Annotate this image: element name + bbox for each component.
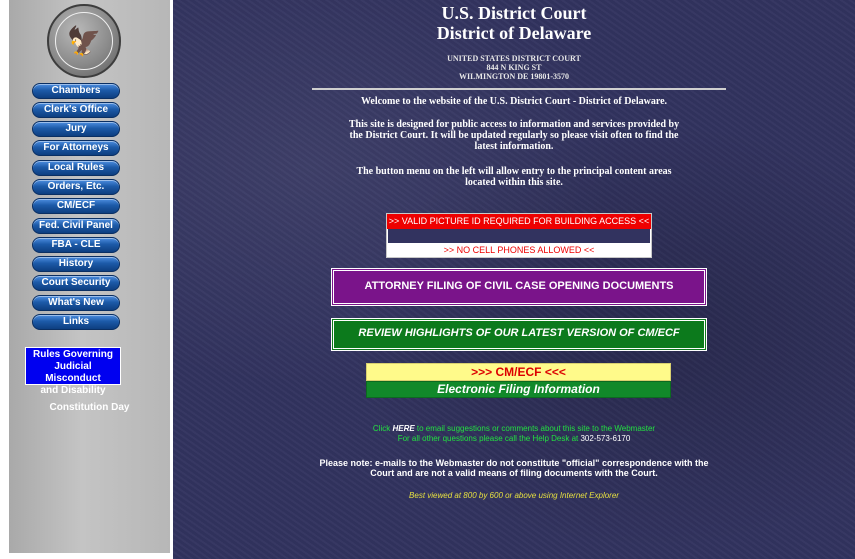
review-cmecf-highlights-button[interactable]: REVIEW HIGHLIGHTS OF OUR LATEST VERSION …	[331, 318, 707, 351]
nav-fed-civil-panel-button[interactable]: Fed. Civil Panel	[32, 218, 120, 234]
help-desk-text: For all other questions please call the …	[397, 434, 581, 443]
picture-id-notice[interactable]: >> VALID PICTURE ID REQUIRED FOR BUILDIN…	[387, 214, 651, 229]
nav-jury-button[interactable]: Jury	[32, 121, 120, 137]
nav-local-rules-button[interactable]: Local Rules	[32, 160, 120, 176]
cmecf-title-button[interactable]: >>> CM/ECF <<<	[366, 363, 671, 381]
rules-box-line-1: Rules Governing	[32, 349, 113, 360]
nav-clerks-office-button[interactable]: Clerk's Office	[32, 102, 120, 118]
nav-history-button[interactable]: History	[32, 256, 120, 272]
help-desk-phone: 302-573-6170	[580, 434, 631, 443]
address-line-2: 844 N KING ST	[486, 63, 542, 72]
nav-court-security-button[interactable]: Court Security	[32, 275, 120, 291]
nav-links-button[interactable]: Links	[32, 314, 120, 330]
nav-for-attorneys-button[interactable]: For Attorneys	[32, 140, 120, 156]
no-cell-phones-notice: >> NO CELL PHONES ALLOWED <<	[387, 243, 651, 257]
intro-line-2: the District Court. It will be updated r…	[349, 130, 679, 141]
menu-info-line-1: The button menu on the left will allow e…	[356, 166, 672, 177]
rules-box-line-3: and Disability	[40, 385, 106, 396]
nav-orders-button[interactable]: Orders, Etc.	[32, 179, 120, 195]
webmaster-email-link[interactable]: HERE	[392, 424, 414, 433]
nav-cmecf-button[interactable]: CM/ECF	[32, 198, 120, 214]
click-prefix: Click	[372, 424, 393, 433]
nav-whats-new-button[interactable]: What's New	[32, 295, 120, 311]
disclaimer-line-2: Court and are not a valid means of filin…	[370, 468, 658, 478]
address-line-1: UNITED STATES DISTRICT COURT	[447, 54, 581, 63]
attorney-filing-button[interactable]: ATTORNEY FILING OF CIVIL CASE OPENING DO…	[331, 268, 707, 306]
rules-box-line-2: Judicial Misconduct	[45, 361, 101, 384]
eagle-icon: 🦅	[66, 24, 102, 58]
intro-line-1: This site is designed for public access …	[348, 119, 680, 130]
nav-fba-cle-button[interactable]: FBA - CLE	[32, 237, 120, 253]
nav-chambers-button[interactable]: Chambers	[32, 83, 120, 99]
intro-line-3: latest information.	[474, 141, 554, 152]
menu-info-line-2: located within this site.	[465, 177, 563, 188]
click-suffix: to email suggestions or comments about t…	[414, 424, 656, 433]
help-desk-line: For all other questions please call the …	[173, 434, 855, 444]
page: 🦅 Chambers Clerk's Office Jury For Attor…	[0, 0, 855, 559]
disclaimer-line-1: Please note: e-mails to the Webmaster do…	[319, 458, 709, 468]
welcome-text: Welcome to the website of the U.S. Distr…	[360, 96, 668, 107]
electronic-filing-info-button[interactable]: Electronic Filing Information	[366, 381, 671, 398]
page-subtitle: District of Delaware	[436, 23, 592, 43]
court-seal-icon[interactable]: 🦅	[47, 4, 121, 78]
building-notice-box: >> VALID PICTURE ID REQUIRED FOR BUILDIN…	[386, 213, 652, 258]
webmaster-email-line: Click HERE to email suggestions or comme…	[173, 424, 855, 434]
header-divider	[312, 88, 726, 90]
notice-spacer	[387, 229, 651, 243]
best-viewed-note: Best viewed at 800 by 600 or above using…	[409, 491, 619, 500]
address-line-3: WILMINGTON DE 19801-3570	[458, 72, 570, 81]
main-content: U.S. District Court District of Delaware…	[173, 0, 855, 559]
page-title: U.S. District Court	[441, 3, 587, 23]
rules-judicial-misconduct-link[interactable]: Rules Governing Judicial Misconduct and …	[25, 347, 121, 396]
constitution-day-link[interactable]: Constitution Day	[9, 402, 170, 413]
